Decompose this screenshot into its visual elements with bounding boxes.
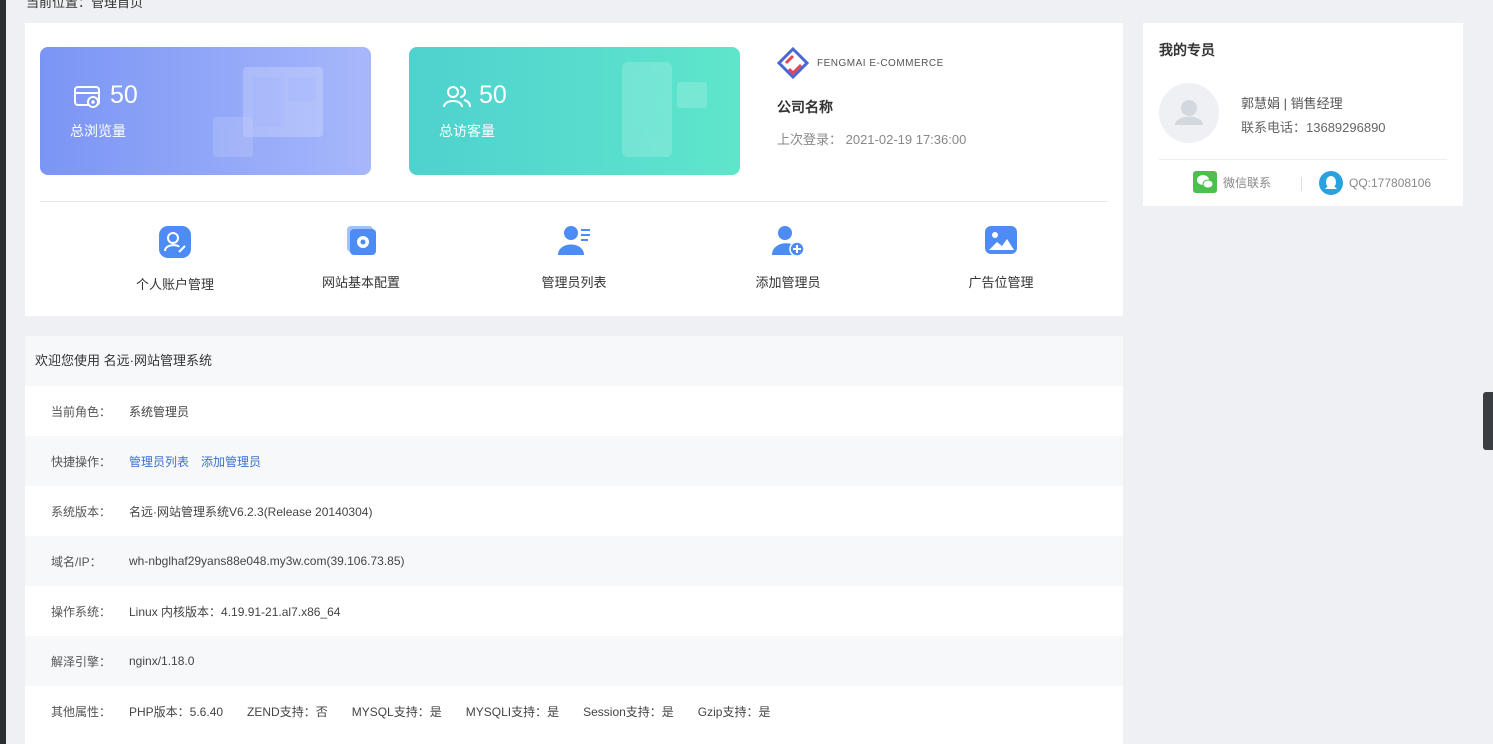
- settings-icon: [347, 226, 376, 255]
- image-icon: [985, 226, 1017, 254]
- decoration-illustration: [213, 67, 323, 157]
- welcome-header: 欢迎您使用 名远·网站管理系统: [25, 336, 1123, 386]
- divider: [1301, 177, 1302, 191]
- wechat-icon: [1193, 171, 1217, 193]
- account-icon: [159, 226, 191, 258]
- info-value: 系统管理员: [129, 404, 190, 419]
- info-row-other: 其他属性： PHP版本：5.6.40 ZEND支持：否 MYSQL支持：是 MY…: [25, 686, 1123, 736]
- company-logo: FENGMAI E-COMMERCE: [777, 47, 966, 79]
- info-key: 域名/IP：: [51, 554, 102, 569]
- info-value: wh-nbglhaf29yans88e048.my3w.com(39.106.7…: [129, 554, 405, 568]
- info-value: nginx/1.18.0: [129, 654, 195, 668]
- info-row-os: 操作系统： Linux 内核版本：4.19.91-21.al7.x86_64: [25, 586, 1123, 636]
- quick-link-label: 管理员列表: [541, 275, 607, 290]
- quick-link-account[interactable]: 个人账户管理: [100, 225, 250, 293]
- qq-contact-button[interactable]: QQ:177808106: [1319, 171, 1431, 195]
- stat-card-pageviews[interactable]: 50 总浏览量: [40, 47, 371, 175]
- fengmai-logo-icon: [777, 47, 809, 79]
- user-placeholder-icon: [1175, 100, 1203, 125]
- quick-link-admin-list[interactable]: 管理员列表: [499, 223, 649, 291]
- divider: [1159, 159, 1447, 160]
- browse-icon: [74, 86, 100, 108]
- stat-value: 50: [110, 81, 138, 109]
- info-row-version: 系统版本： 名远·网站管理系统V6.2.3(Release 20140304): [25, 486, 1123, 536]
- info-value: Linux 内核版本：4.19.91-21.al7.x86_64: [129, 604, 341, 619]
- info-value: MYSQLI支持：是: [465, 704, 560, 719]
- company-info: FENGMAI E-COMMERCE 公司名称 上次登录： 2021-02-19…: [777, 47, 966, 148]
- info-value: PHP版本：5.6.40: [129, 704, 224, 719]
- agent-card-title: 我的专员: [1159, 42, 1215, 58]
- qq-icon: [1319, 171, 1343, 195]
- info-row-role: 当前角色： 系统管理员: [25, 386, 1123, 436]
- info-value: Gzip支持：是: [697, 704, 771, 719]
- quick-link-label: 个人账户管理: [135, 277, 214, 292]
- quick-link-label: 网站基本配置: [321, 275, 400, 290]
- qq-label: QQ:177808106: [1349, 176, 1432, 190]
- side-panel-handle[interactable]: [1483, 392, 1493, 450]
- breadcrumb: 当前位置：管理首页: [26, 0, 144, 10]
- info-value: Session支持：是: [583, 704, 674, 719]
- avatar: [1159, 83, 1219, 143]
- wechat-label: 微信联系: [1223, 175, 1272, 190]
- shortcut-admin-list-link[interactable]: 管理员列表: [129, 453, 189, 470]
- stat-label: 总访客量: [439, 123, 495, 139]
- info-key: 快捷操作：: [51, 454, 112, 469]
- overview-card: 50 总浏览量 50 总访客量 FENGMAI E-COMMERCE 公司名称 …: [25, 23, 1123, 316]
- company-name: 公司名称: [777, 99, 833, 115]
- last-login: 上次登录： 2021-02-19 17:36:00: [777, 132, 967, 147]
- quick-link-site-config[interactable]: 网站基本配置: [286, 223, 436, 291]
- info-key: 操作系统：: [51, 604, 112, 619]
- quick-link-add-admin[interactable]: 添加管理员: [713, 223, 863, 291]
- divider: [40, 201, 1108, 202]
- my-agent-card: 我的专员 郭慧娟 | 销售经理 联系电话：13689296890 微信联系 QQ…: [1143, 23, 1463, 206]
- info-value: MYSQL支持：是: [351, 704, 442, 719]
- agent-phone: 联系电话：13689296890: [1241, 120, 1386, 135]
- quick-link-ad-slots[interactable]: 广告位管理: [926, 223, 1076, 291]
- info-key: 系统版本：: [51, 504, 112, 519]
- info-row-shortcuts: 快捷操作： 管理员列表 添加管理员: [25, 436, 1123, 486]
- decoration-illustration: [622, 62, 707, 157]
- visitors-icon: [443, 86, 471, 108]
- info-row-domain: 域名/IP： wh-nbglhaf29yans88e048.my3w.com(3…: [25, 536, 1123, 586]
- info-value: ZEND支持：否: [247, 704, 328, 719]
- logo-text: FENGMAI E-COMMERCE: [817, 57, 944, 69]
- quick-link-label: 添加管理员: [755, 275, 821, 290]
- quick-link-label: 广告位管理: [968, 275, 1034, 290]
- info-row-engine: 解泽引擎： nginx/1.18.0: [25, 636, 1123, 686]
- info-key: 解泽引擎：: [51, 654, 112, 669]
- add-admin-icon: [772, 226, 805, 257]
- info-key: 当前角色：: [51, 404, 112, 419]
- agent-name: 郭慧娟 | 销售经理: [1241, 96, 1343, 111]
- info-key: 其他属性：: [51, 704, 112, 719]
- stat-value: 50: [479, 81, 507, 109]
- admin-list-icon: [558, 226, 590, 255]
- wechat-contact-button[interactable]: 微信联系: [1193, 171, 1271, 193]
- info-value: 名远·网站管理系统V6.2.3(Release 20140304): [129, 504, 373, 519]
- stat-card-visitors[interactable]: 50 总访客量: [409, 47, 740, 175]
- system-info-panel: 欢迎您使用 名远·网站管理系统 当前角色： 系统管理员 快捷操作： 管理员列表 …: [25, 336, 1123, 744]
- stat-label: 总浏览量: [70, 123, 126, 139]
- left-sidebar-edge: [0, 0, 6, 744]
- shortcut-add-admin-link[interactable]: 添加管理员: [201, 453, 261, 470]
